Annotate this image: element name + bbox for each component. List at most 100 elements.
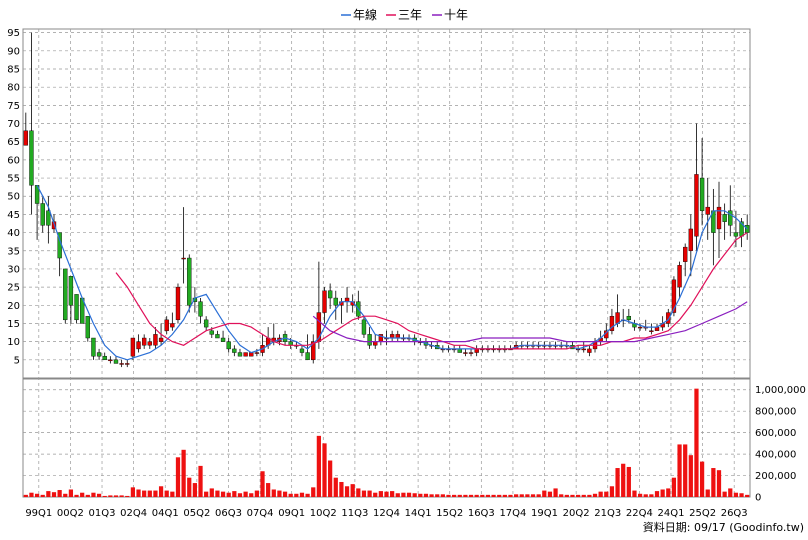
candle-down [226, 341, 231, 350]
volume-bar [463, 494, 468, 497]
volume-bar [153, 490, 158, 497]
volume-tick-label: 1,000,000 [755, 385, 806, 396]
candle-down [733, 232, 739, 237]
candle-up [136, 341, 141, 350]
volume-bar [316, 435, 321, 497]
x-tick-label: 26Q3 [721, 508, 748, 519]
volume-bar [361, 490, 367, 497]
volume-bar [745, 494, 750, 497]
volume-bar [395, 493, 400, 497]
candle-up [637, 326, 643, 329]
price-tick-label: 40 [7, 228, 20, 239]
volume-bar [209, 488, 214, 497]
volume-bar [711, 468, 716, 497]
price-tick-label: 55 [7, 174, 20, 185]
candle-down [361, 319, 367, 335]
volume-bar [621, 463, 626, 497]
volume-bar [390, 491, 395, 497]
candle-up [463, 352, 468, 354]
volume-bar [34, 493, 40, 497]
candle-down [367, 334, 372, 346]
volume-bar [446, 494, 451, 497]
candle-down [745, 225, 750, 233]
volume-bar [468, 494, 474, 497]
volume-bar [378, 491, 383, 497]
x-tick-label: 14Q1 [405, 508, 432, 519]
volume-bar [192, 483, 198, 497]
volume-bar [85, 494, 90, 497]
volume-bar [74, 494, 79, 497]
volume-bar [198, 465, 203, 497]
candle-down [102, 355, 107, 361]
volume-bar [119, 495, 124, 497]
x-tick-label: 11Q3 [341, 508, 368, 519]
volume-bar [288, 493, 293, 497]
price-tick-label: 80 [7, 83, 20, 94]
grid [22, 28, 751, 498]
candle-up [125, 363, 130, 365]
volume-tick-label: 800,000 [755, 407, 796, 418]
candle-up [119, 363, 124, 365]
volume-bar [40, 494, 45, 497]
candle-up [671, 279, 677, 313]
price-tick-label: 70 [7, 119, 20, 130]
legend: 年線 三年 十年 [341, 7, 468, 22]
volume-bar [46, 491, 51, 497]
candle-up [615, 312, 620, 324]
volume-bar [429, 494, 434, 497]
volume-bar [542, 490, 547, 497]
x-tick-label: 00Q2 [57, 508, 84, 519]
price-tick-label: 35 [7, 246, 20, 257]
volume-bar [435, 494, 440, 497]
price-tick-label: 90 [7, 46, 20, 57]
volume-bar [643, 494, 648, 497]
volume-bar [666, 488, 671, 497]
volume-bar [108, 495, 113, 497]
legend-label-10year: 十年 [444, 8, 468, 22]
candle-up [164, 319, 169, 331]
candle-down [626, 315, 632, 321]
volume-bar [164, 490, 169, 497]
candle-up [322, 290, 327, 313]
volume-bar [350, 484, 355, 497]
volume-bar [367, 490, 372, 497]
volume-bar [113, 495, 119, 497]
x-tick-label: 09Q1 [278, 508, 305, 519]
x-tick-label: 25Q2 [689, 508, 716, 519]
volume-bar [187, 477, 192, 497]
volume-bar [604, 491, 609, 497]
price-tick-label: 75 [7, 101, 20, 112]
volume-bar [660, 489, 665, 497]
candle-down [40, 203, 45, 226]
volume-bar [671, 477, 677, 497]
x-tick-label: 05Q2 [183, 508, 210, 519]
volume-bar [423, 493, 429, 497]
price-tick-label: 20 [7, 301, 20, 312]
x-tick-label: 07Q4 [247, 508, 274, 519]
x-tick-label: 99Q1 [25, 508, 52, 519]
volume-bar [553, 488, 558, 497]
candle-down [113, 359, 119, 364]
candle-up [587, 348, 592, 353]
volume-bar [519, 494, 524, 497]
candle-down [68, 276, 74, 306]
volume-bar [29, 492, 34, 497]
volume-bar [80, 492, 85, 497]
candle-up [108, 359, 113, 362]
x-tick-label: 20Q2 [563, 508, 590, 519]
volume-bar [170, 491, 175, 497]
volume-bar [508, 494, 513, 497]
volume-bar [220, 491, 226, 497]
volume-bar [175, 457, 181, 497]
volume-bar [491, 494, 496, 497]
candle-down [85, 315, 90, 339]
candle-up [243, 352, 248, 357]
candle-down [327, 290, 333, 299]
volume-bar [294, 493, 299, 497]
volume-bar [215, 490, 220, 497]
volume-bar [688, 455, 693, 497]
candle-up [254, 352, 260, 354]
volume-bar [333, 477, 338, 497]
volume-bar [705, 489, 710, 497]
volume-bar [502, 494, 507, 497]
